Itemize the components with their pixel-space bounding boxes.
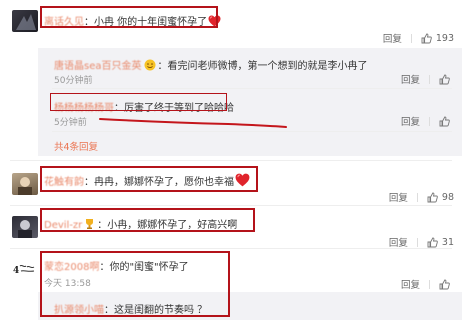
smile-emoji-icon: [144, 59, 155, 71]
highlight-frame: [40, 251, 230, 317]
reply-actions: 回复: [401, 114, 454, 128]
action-divider: [429, 116, 430, 126]
like-button[interactable]: 193: [421, 33, 454, 44]
reply-button[interactable]: 回复: [401, 277, 420, 291]
comment-feed: 离话久见：小冉 你的十年闺蜜怀孕了 回复 193 唐语晶sea百只金英 ：看完问老…: [0, 0, 462, 320]
thumbs-up-icon: [427, 192, 438, 202]
reply-button[interactable]: 回复: [401, 72, 420, 86]
reply-button[interactable]: 回复: [401, 114, 420, 128]
reply-username[interactable]: 唐语晶sea百只金英: [54, 61, 142, 72]
comment-actions: 回复 193: [383, 31, 454, 46]
view-more-replies-link[interactable]: 共4条回复: [54, 139, 98, 153]
action-divider: [416, 192, 418, 202]
comment-actions: 回复 98: [389, 190, 454, 205]
svg-text:4: 4: [13, 266, 19, 276]
like-button[interactable]: 98: [427, 192, 454, 203]
reply-actions: 回复: [401, 72, 454, 86]
thumbs-up-icon: [439, 116, 450, 126]
thumbs-up-icon: [427, 237, 438, 247]
comment-actions: 回复 31: [389, 235, 454, 250]
action-divider: [429, 279, 430, 289]
action-divider: [416, 237, 418, 247]
like-button[interactable]: [439, 279, 454, 290]
highlight-frame: [40, 166, 258, 192]
thumbs-up-icon: [439, 279, 450, 289]
comment-actions: 回复: [401, 277, 454, 291]
like-button[interactable]: [439, 116, 454, 127]
like-button[interactable]: 31: [427, 237, 454, 248]
avatar[interactable]: [12, 216, 38, 238]
comment-divider: [10, 160, 452, 161]
like-count: 98: [441, 191, 454, 203]
thumbs-up-icon: [421, 33, 432, 43]
like-button[interactable]: [439, 74, 454, 85]
highlight-frame: [50, 93, 227, 111]
highlight-frame: [40, 208, 255, 232]
comment-divider: [10, 205, 452, 206]
like-count: 193: [435, 32, 454, 44]
reply-button[interactable]: 回复: [383, 31, 402, 45]
reply-divider: [52, 88, 452, 89]
thumbs-up-icon: [439, 74, 450, 84]
comment-divider: [10, 248, 452, 249]
reply-text: 唐语晶sea百只金英 ：看完问老师微博，第一个想到的就是李小冉了: [54, 57, 368, 72]
reply-time: 5分钟前: [54, 118, 87, 128]
reply-divider: [52, 131, 452, 132]
reply-body: ：看完问老师微博，第一个想到的就是李小冉了: [157, 61, 368, 72]
action-divider: [429, 74, 430, 84]
avatar[interactable]: [12, 173, 38, 195]
reply-button[interactable]: 回复: [389, 190, 408, 204]
avatar[interactable]: [12, 10, 38, 32]
action-divider: [410, 33, 412, 43]
reply-time: 50分钟前: [54, 76, 93, 86]
handwritten-underline: [99, 118, 287, 128]
reply-button[interactable]: 回复: [389, 235, 408, 249]
highlight-frame: [40, 6, 218, 28]
like-count: 31: [441, 236, 454, 248]
avatar[interactable]: 4: [12, 258, 38, 280]
